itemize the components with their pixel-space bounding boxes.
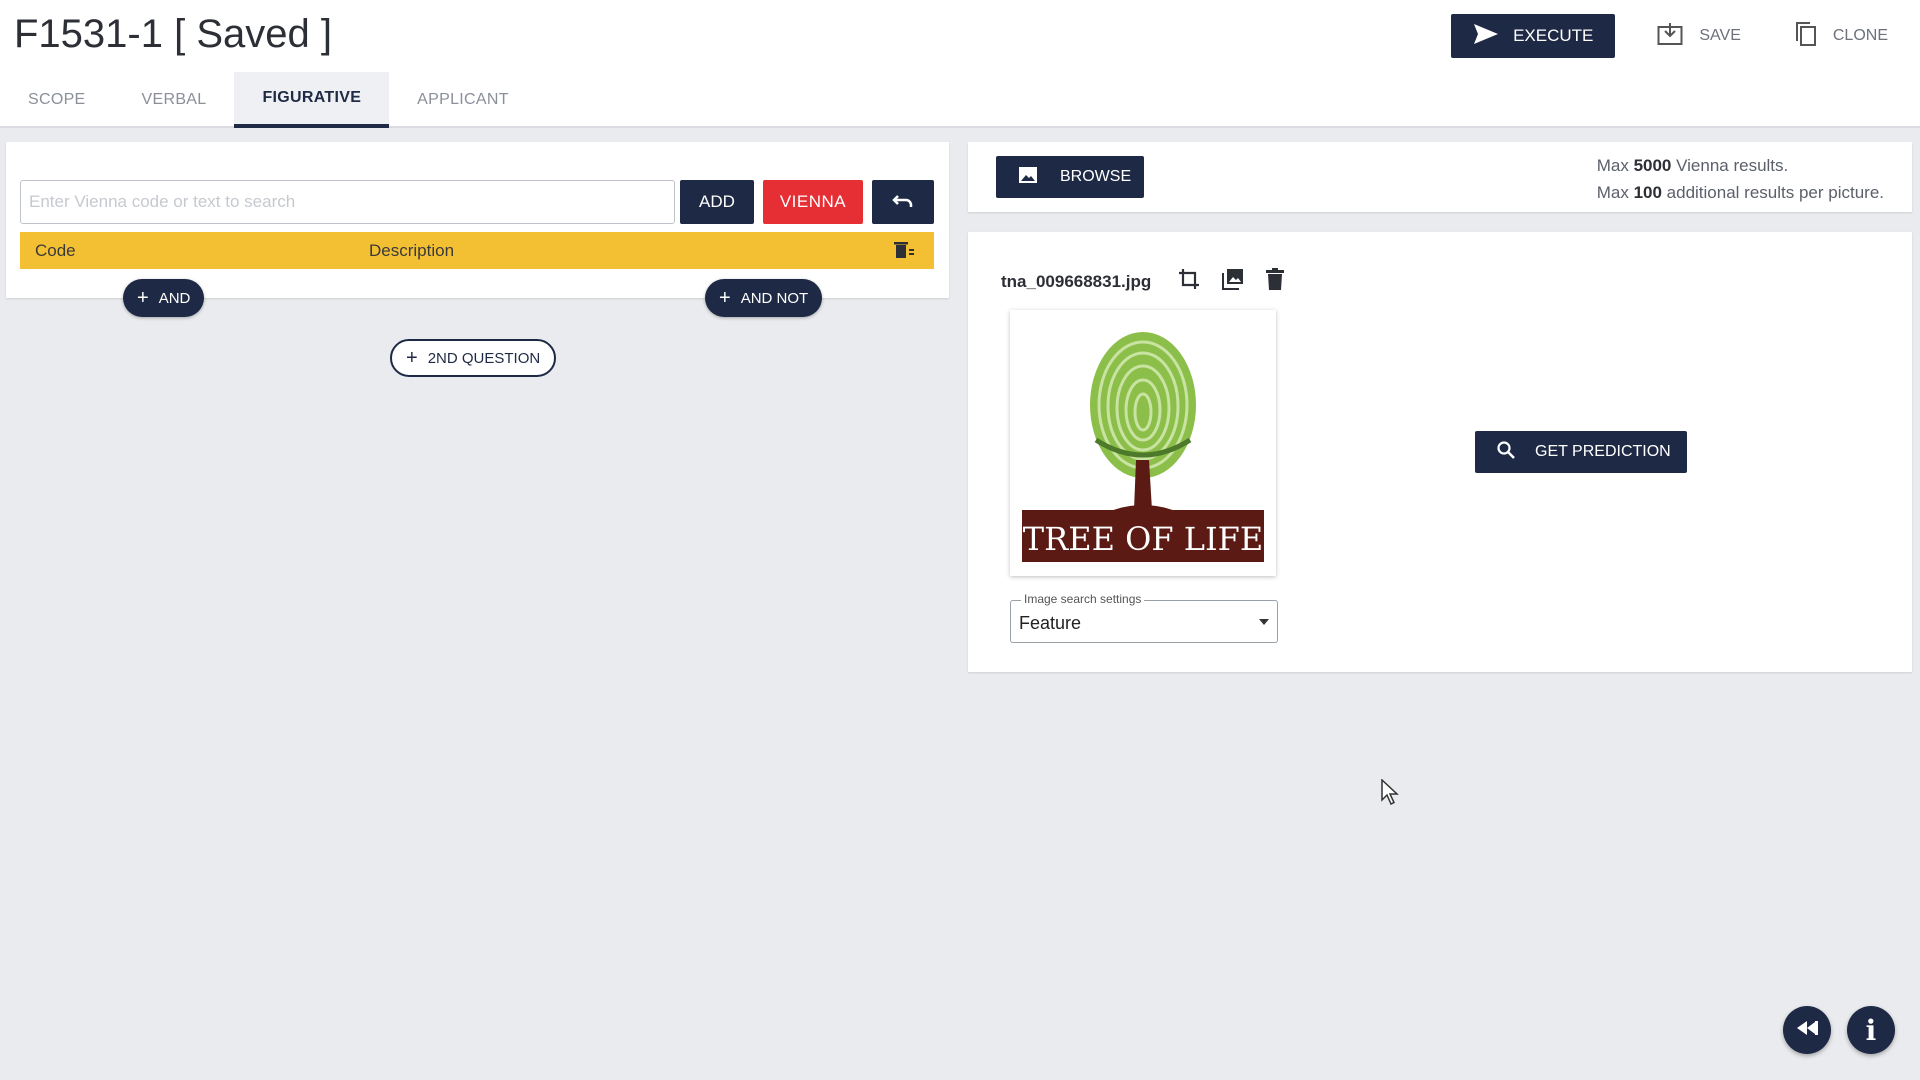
second-question-label: 2ND QUESTION — [427, 349, 541, 367]
vienna-limit-line: Max 5000 Vienna results. — [1596, 156, 1789, 175]
tab-figurative[interactable]: FIGURATIVE — [234, 72, 390, 128]
image-gallery-icon[interactable] — [1222, 268, 1244, 295]
clear-table-icon[interactable] — [894, 241, 914, 264]
result-limits-info: Max 5000 Vienna results. Max 100 additio… — [1597, 152, 1884, 206]
vienna-search-input[interactable] — [20, 180, 675, 224]
tab-verbal[interactable]: VERBAL — [114, 72, 235, 128]
plus-icon: + — [719, 287, 731, 309]
plus-icon: + — [406, 347, 418, 369]
get-prediction-label: GET PREDICTION — [1535, 443, 1671, 460]
tree-of-life-logo: TREE OF LIFE — [1010, 310, 1276, 576]
trash-icon[interactable] — [1266, 268, 1284, 295]
app-header: F1531-1 [ Saved ] SCOPE VERBAL FIGURATIV… — [0, 0, 1920, 128]
tab-applicant[interactable]: APPLICANT — [389, 72, 537, 128]
page-title: F1531-1 [ Saved ] — [14, 12, 332, 56]
search-icon — [1497, 440, 1515, 464]
mouse-cursor-icon — [1381, 778, 1399, 810]
and-button[interactable]: + AND — [123, 279, 205, 317]
clone-label: CLONE — [1832, 27, 1888, 44]
execute-button[interactable]: EXECUTE — [1451, 14, 1616, 58]
logo-text: TREE OF LIFE — [1023, 520, 1263, 558]
vienna-table-header: Code Description — [20, 232, 934, 269]
column-code: Code — [35, 240, 76, 260]
save-button[interactable]: SAVE — [1645, 14, 1753, 58]
crop-icon[interactable] — [1178, 268, 1200, 295]
skip-to-end-icon — [1795, 1019, 1819, 1042]
image-icon — [1018, 166, 1038, 189]
image-browse-card: BROWSE Max 5000 Vienna results. Max 100 … — [968, 142, 1912, 212]
image-file-name: tna_009668831.jpg — [1001, 272, 1152, 291]
browse-label: BROWSE — [1060, 168, 1132, 185]
and-not-button[interactable]: + AND NOT — [705, 279, 823, 317]
vienna-search-card: ADD VIENNA Code Description — [6, 142, 949, 298]
and-not-label: AND NOT — [740, 289, 809, 307]
browse-button[interactable]: BROWSE — [996, 156, 1144, 198]
tab-scope[interactable]: SCOPE — [0, 72, 114, 128]
add-button[interactable]: ADD — [680, 180, 754, 224]
send-icon — [1473, 23, 1499, 50]
copy-icon — [1795, 21, 1817, 52]
select-value: Feature — [1019, 613, 1082, 633]
clone-button[interactable]: CLONE — [1783, 14, 1900, 58]
save-label: SAVE — [1699, 27, 1741, 44]
second-question-button[interactable]: + 2ND QUESTION — [390, 339, 557, 377]
select-legend: Image search settings — [1021, 592, 1145, 606]
image-search-settings-select[interactable]: Image search settings Feature — [1010, 592, 1278, 643]
undo-icon — [892, 193, 914, 212]
info-button[interactable]: i — [1847, 1006, 1895, 1054]
collapse-panel-button[interactable] — [1783, 1006, 1831, 1054]
top-actions: EXECUTE SAVE CLONE — [1451, 14, 1900, 58]
get-prediction-button[interactable]: GET PREDICTION — [1475, 431, 1687, 473]
image-search-card: tna_009668831.jpg TREE OF LIFE Image sea… — [968, 232, 1912, 672]
info-icon: i — [1865, 1013, 1877, 1047]
tab-bar: SCOPE VERBAL FIGURATIVE APPLICANT — [0, 72, 537, 128]
plus-icon: + — [137, 287, 149, 309]
and-label: AND — [158, 289, 191, 307]
image-actions — [1178, 268, 1284, 295]
execute-label: EXECUTE — [1513, 26, 1594, 45]
column-description: Description — [369, 240, 455, 260]
download-icon — [1657, 22, 1683, 51]
caret-down-icon — [1259, 619, 1269, 625]
undo-button[interactable] — [872, 180, 934, 224]
uploaded-image-thumbnail: TREE OF LIFE — [1010, 310, 1276, 576]
picture-limit-line: Max 100 additional results per picture. — [1596, 183, 1884, 202]
vienna-button[interactable]: VIENNA — [763, 180, 863, 224]
